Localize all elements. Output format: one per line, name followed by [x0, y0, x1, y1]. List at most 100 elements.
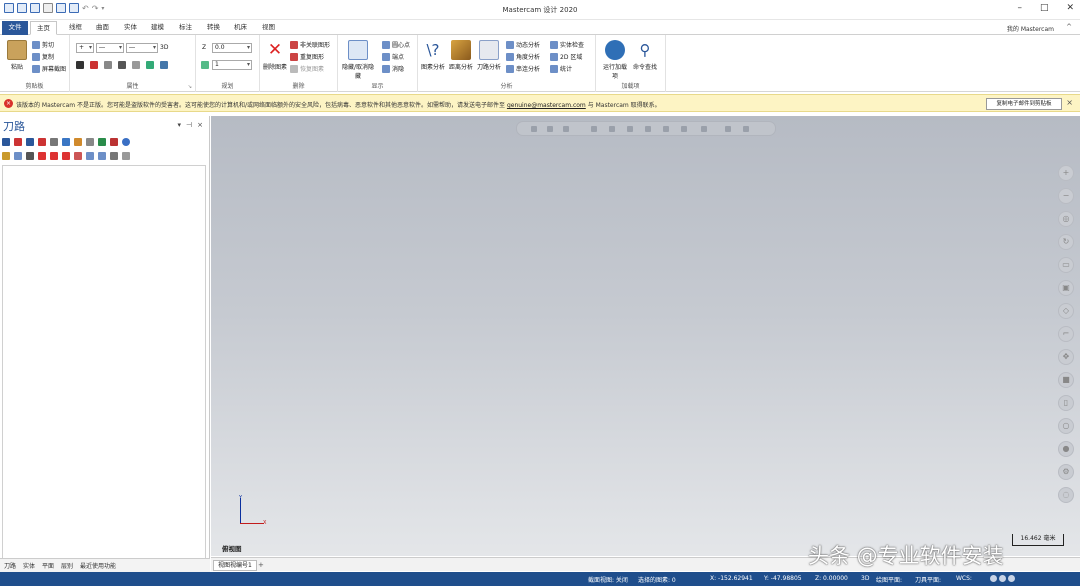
tplane-status[interactable]: 刀具平面: [915, 575, 941, 584]
mini-tool-4-icon[interactable] [591, 126, 597, 132]
endpoints-button[interactable]: 端点 [382, 52, 404, 61]
mini-tool-8-icon[interactable] [663, 126, 669, 132]
center-point-button[interactable]: 圆心点 [382, 40, 410, 49]
fit-icon[interactable]: ◎ [1058, 211, 1074, 227]
pan-icon[interactable]: ✥ [1058, 349, 1074, 365]
panel-pin-icon[interactable]: ⊣ [186, 121, 192, 129]
close-icon[interactable]: ✕ [1066, 3, 1074, 13]
select-failed-icon[interactable] [14, 138, 22, 146]
delete-duplicate-button[interactable]: 重复图形 [290, 52, 324, 61]
copy-button[interactable]: 复制 [32, 52, 54, 61]
verify-icon[interactable] [62, 138, 70, 146]
tab-transform[interactable]: 转换 [201, 21, 226, 35]
solid-color-icon[interactable] [104, 61, 112, 69]
tab-solids[interactable]: 实体 [118, 21, 143, 35]
wire-ball-icon[interactable] [998, 575, 1006, 582]
mini-tool-3-icon[interactable] [563, 126, 569, 132]
material-icon[interactable] [146, 61, 154, 69]
gray-tool-1-icon[interactable]: ▯ [1058, 395, 1074, 411]
display-options-icon[interactable] [110, 152, 118, 160]
mini-tool-12-icon[interactable] [743, 126, 749, 132]
level-input[interactable]: 1 [212, 60, 252, 70]
support-email-link[interactable]: genuine@mastercam.com [507, 102, 586, 109]
insert-arrow-icon[interactable] [62, 152, 70, 160]
move-down-icon[interactable] [38, 152, 46, 160]
toggle-post-icon[interactable] [26, 152, 34, 160]
backplot-icon[interactable] [50, 138, 58, 146]
mini-toolbar[interactable] [516, 121, 776, 136]
toolpath-tree[interactable] [2, 165, 206, 559]
scroll-insert-icon[interactable] [74, 152, 82, 160]
maximize-icon[interactable]: □ [1040, 3, 1049, 13]
mini-tool-6-icon[interactable] [627, 126, 633, 132]
viewport-tab-1[interactable]: 视图视编号1 [213, 560, 257, 571]
mini-tool-10-icon[interactable] [701, 126, 707, 132]
copy-image-button[interactable]: 屏幕截图 [32, 64, 66, 73]
select-all-icon[interactable] [2, 138, 10, 146]
point-style-icon[interactable] [118, 61, 126, 69]
paste-button[interactable]: 粘贴 [4, 40, 30, 71]
entity-analysis-button[interactable]: \? 图素分析 [420, 40, 446, 71]
mini-tool-1-icon[interactable] [531, 126, 537, 132]
regenerate-selected-icon[interactable] [26, 138, 34, 146]
section-icon[interactable]: ◇ [1058, 303, 1074, 319]
mode-3d-toggle[interactable]: 3D [861, 575, 869, 582]
gray-tool-2-icon[interactable]: ○ [1058, 418, 1074, 434]
statistics-button[interactable]: 统计 [550, 64, 572, 73]
dynamic-analysis-button[interactable]: 动态分析 [506, 40, 540, 49]
shade-ball-icon[interactable] [1007, 575, 1015, 582]
wireframe-color-icon[interactable] [76, 61, 84, 69]
lock-icon[interactable] [2, 152, 10, 160]
tab-file[interactable]: 文件 [2, 21, 28, 35]
line-style-select[interactable]: ― [96, 43, 124, 53]
rotate-icon[interactable]: ↻ [1058, 234, 1074, 250]
close-infobar-icon[interactable]: × [1066, 98, 1073, 107]
mini-tool-11-icon[interactable] [725, 126, 731, 132]
simulate-icon[interactable] [74, 138, 82, 146]
tab-recent-functions[interactable]: 最近使用功能 [80, 561, 116, 570]
hide-unhide-button[interactable]: 隐藏/取消隐藏 [340, 40, 376, 80]
add-viewport-icon[interactable]: + [258, 561, 264, 569]
panel-dropdown-icon[interactable]: ▾ [178, 121, 182, 129]
angle-analysis-button[interactable]: 角度分析 [506, 52, 540, 61]
ribbon-collapse-icon[interactable]: ^ [1066, 23, 1072, 31]
tab-planes[interactable]: 平面 [42, 561, 54, 570]
mini-tool-7-icon[interactable] [645, 126, 651, 132]
toolpath-analysis-button[interactable]: 刀路分析 [476, 40, 502, 71]
run-addin-button[interactable]: 运行加载项 [601, 40, 629, 80]
delete-entities-button[interactable]: ✕ 删除图素 [261, 40, 289, 71]
section-view-status[interactable]: 截面视图: 关闭 [588, 575, 628, 584]
post-icon[interactable] [86, 138, 94, 146]
tab-home[interactable]: 主页 [30, 21, 57, 35]
regenerate-dirty-icon[interactable] [38, 138, 46, 146]
orange-tool-icon[interactable]: ■ [1058, 372, 1074, 388]
measure-icon[interactable]: ⌐ [1058, 326, 1074, 342]
tab-view[interactable]: 视图 [256, 21, 281, 35]
move-up-icon[interactable] [50, 152, 58, 160]
attributes-launcher-icon[interactable]: ↘ [188, 84, 192, 90]
blank-button[interactable]: 消隐 [382, 64, 404, 73]
delete-nonassoc-button[interactable]: 非关联图形 [290, 40, 330, 49]
distance-analysis-button[interactable]: 距离分析 [448, 40, 474, 71]
point-style-select[interactable]: + [76, 43, 94, 53]
delete-toolpath-icon[interactable] [110, 138, 118, 146]
zoom-in-icon[interactable]: + [1058, 165, 1074, 181]
highfeed-icon[interactable] [98, 138, 106, 146]
collapse-icon[interactable] [98, 152, 106, 160]
shading-icon[interactable]: ▣ [1058, 280, 1074, 296]
zoom-out-icon[interactable]: − [1058, 188, 1074, 204]
gray-tool-4-icon[interactable]: ⚙ [1058, 464, 1074, 480]
mini-tool-2-icon[interactable] [547, 126, 553, 132]
view-icon[interactable]: ▭ [1058, 257, 1074, 273]
wcs-status[interactable]: WCS: [956, 575, 972, 582]
panel-close-icon[interactable]: × [197, 121, 203, 129]
surface-color-icon[interactable] [90, 61, 98, 69]
help-icon[interactable] [122, 138, 130, 146]
line-width-icon[interactable] [132, 61, 140, 69]
tab-model-prep[interactable]: 建模 [145, 21, 170, 35]
chain-analysis-button[interactable]: 串连分析 [506, 64, 540, 73]
gplane-status[interactable]: 绘图平面: [876, 575, 902, 584]
gray-tool-3-icon[interactable]: ● [1058, 441, 1074, 457]
set-all-icon[interactable] [160, 61, 168, 69]
tab-surfaces[interactable]: 曲面 [90, 21, 115, 35]
